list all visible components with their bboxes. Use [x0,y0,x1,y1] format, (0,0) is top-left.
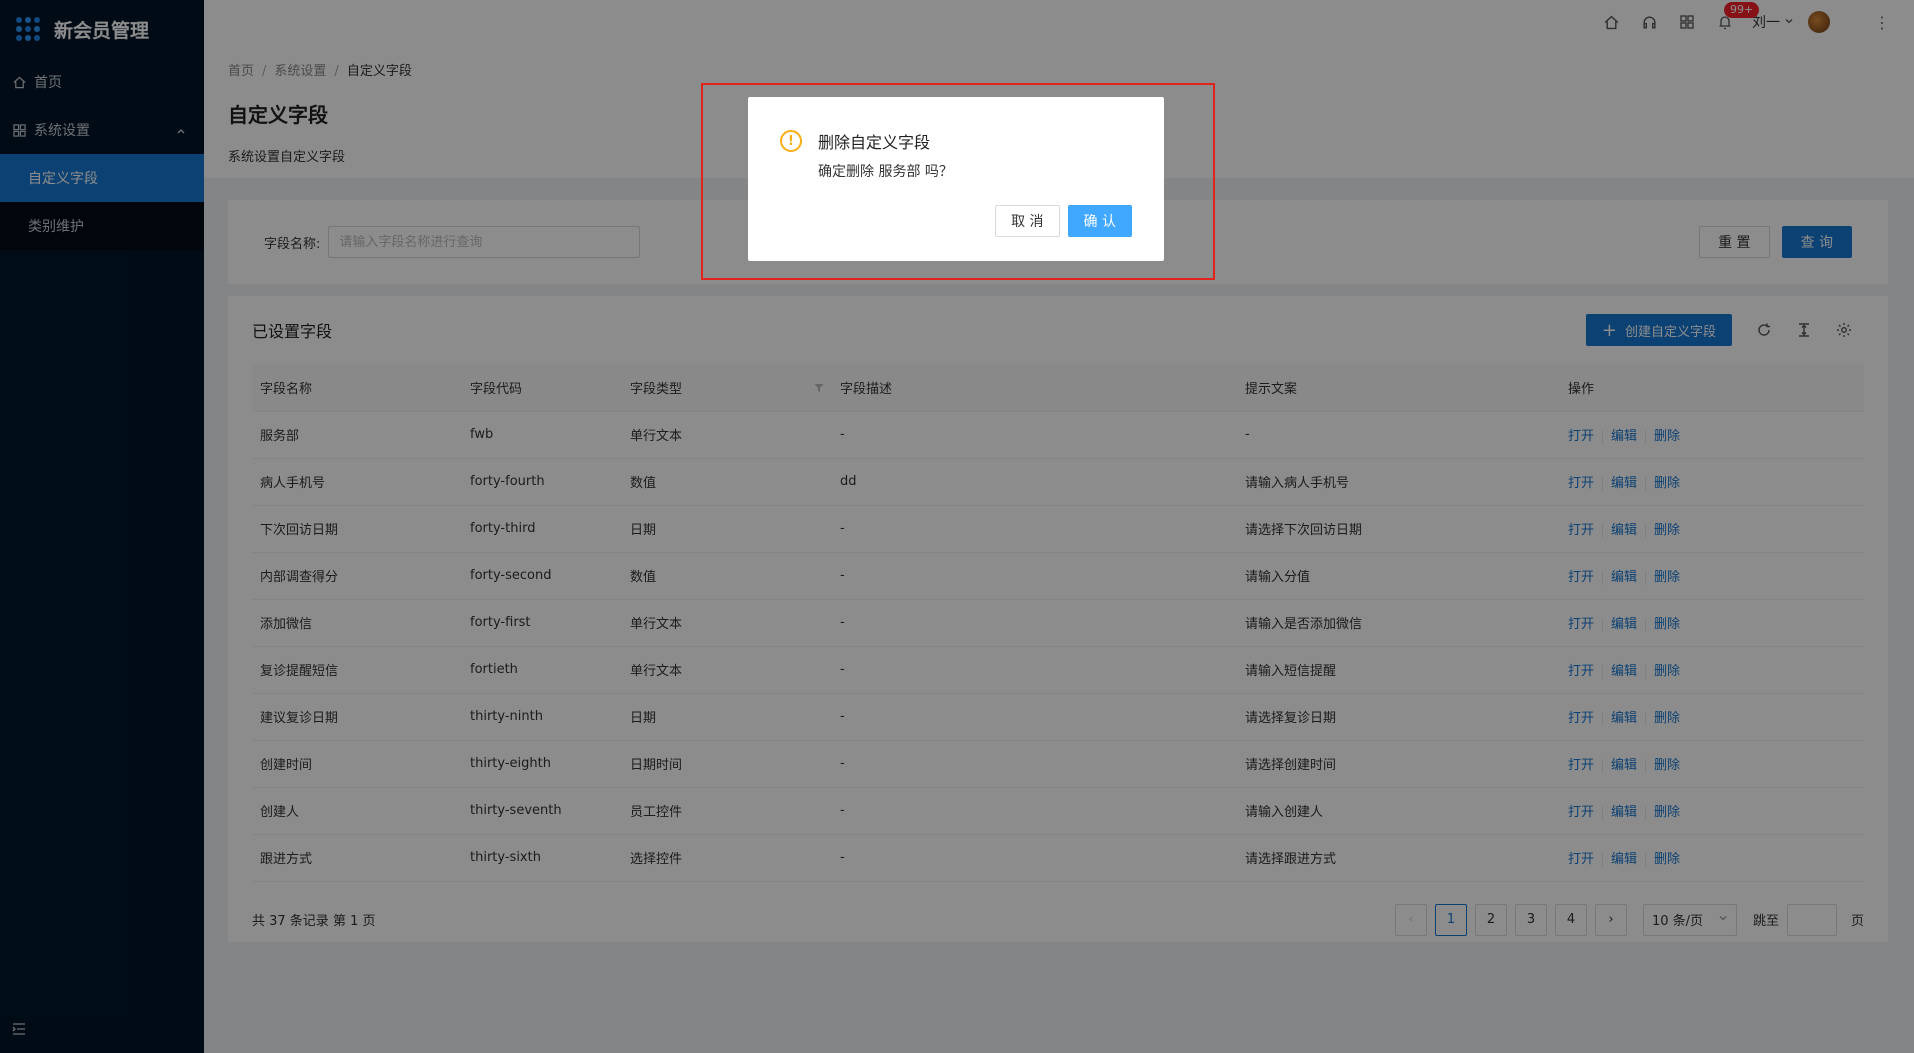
highlight-box [701,83,1215,280]
